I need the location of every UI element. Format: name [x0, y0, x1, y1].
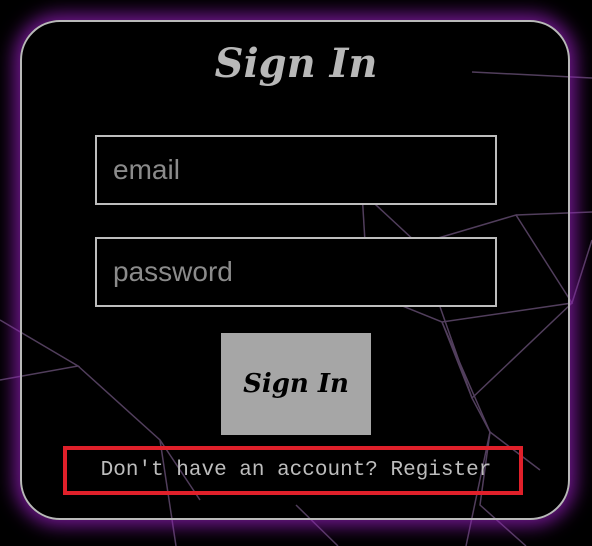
- page-title: Sign In: [214, 40, 378, 87]
- password-field[interactable]: [95, 237, 497, 307]
- sign-in-button[interactable]: Sign In: [221, 333, 371, 435]
- register-link[interactable]: Don't have an account? Register: [0, 459, 592, 482]
- email-field[interactable]: [95, 135, 497, 205]
